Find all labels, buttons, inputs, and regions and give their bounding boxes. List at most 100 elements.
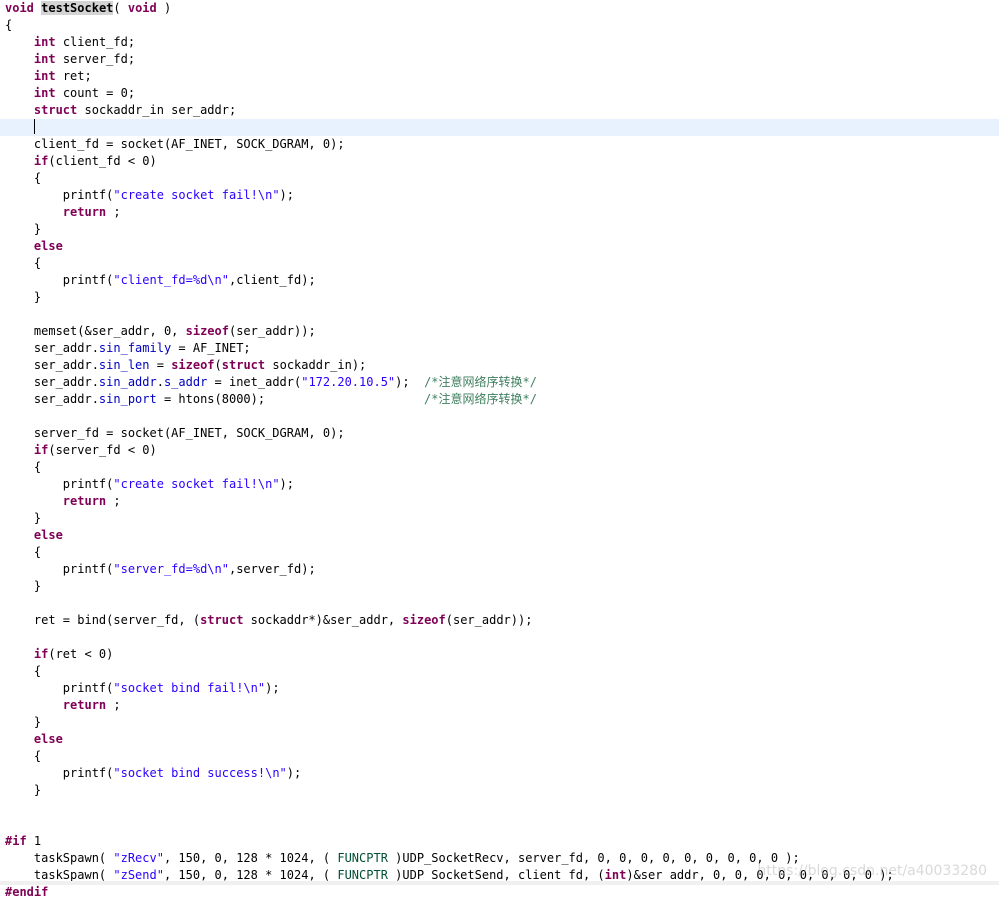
code-line[interactable]: } (0, 714, 999, 731)
code-line[interactable]: } (0, 289, 999, 306)
code-text: (ret < 0) (48, 647, 114, 661)
code-line[interactable]: if(client_fd < 0) (0, 153, 999, 170)
string-token: "zSend" (113, 868, 164, 882)
code-text: server_fd; (55, 52, 136, 66)
keyword-token: else (33, 239, 63, 253)
code-line[interactable]: { (0, 544, 999, 561)
code-line[interactable]: printf("client_fd=%d\n",client_fd); (0, 272, 999, 289)
code-text: ); (279, 477, 294, 491)
code-text: , 150, 0, 128 * 1024, ( (163, 868, 338, 882)
code-line[interactable]: { (0, 170, 999, 187)
code-line[interactable]: else (0, 238, 999, 255)
preprocessor-token: #if (5, 834, 27, 848)
code-text: ser_addr. (5, 392, 99, 406)
code-text: ( (113, 1, 128, 15)
code-line[interactable]: if(server_fd < 0) (0, 442, 999, 459)
string-token: "socket bind fail!\n" (113, 681, 266, 695)
code-line[interactable] (0, 408, 999, 425)
code-line[interactable]: { (0, 748, 999, 765)
code-line[interactable] (0, 629, 999, 646)
code-line[interactable]: } (0, 782, 999, 799)
code-text: taskSpawn( (5, 851, 114, 865)
code-text: printf( (5, 477, 114, 491)
code-text: = (149, 358, 172, 372)
code-line[interactable] (0, 595, 999, 612)
code-text: { (5, 545, 42, 559)
code-text: taskSpawn( (5, 868, 114, 882)
code-line[interactable]: void testSocket( void ) (0, 0, 999, 17)
code-line[interactable]: { (0, 255, 999, 272)
code-line[interactable]: printf("create socket fail!\n"); (0, 476, 999, 493)
code-line[interactable]: int count = 0; (0, 85, 999, 102)
code-line[interactable]: memset(&ser_addr, 0, sizeof(ser_addr)); (0, 323, 999, 340)
code-text: { (5, 18, 13, 32)
code-line[interactable]: int ret; (0, 68, 999, 85)
keyword-token: sizeof (402, 613, 446, 627)
keyword-token: sizeof (171, 358, 215, 372)
code-line[interactable]: printf("server_fd=%d\n",server_fd); (0, 561, 999, 578)
code-text: client_fd = socket(AF_INET, SOCK_DGRAM, … (5, 137, 345, 151)
code-line[interactable]: printf("socket bind success!\n"); (0, 765, 999, 782)
code-text: { (5, 256, 42, 270)
keyword-token: struct (221, 358, 266, 372)
code-text: { (5, 664, 42, 678)
code-line[interactable]: { (0, 17, 999, 34)
field-token: sin_family (98, 341, 172, 355)
code-line[interactable]: #endif (0, 884, 999, 901)
code-text: ; (106, 494, 121, 508)
code-line[interactable]: } (0, 510, 999, 527)
code-line[interactable]: printf("create socket fail!\n"); (0, 187, 999, 204)
code-text: )UDP_SocketRecv, server_fd, 0, 0, 0, 0, … (387, 851, 800, 865)
code-line[interactable]: ser_addr.sin_len = sizeof(struct sockadd… (0, 357, 999, 374)
code-line[interactable] (0, 306, 999, 323)
code-text: sockaddr_in ser_addr; (77, 103, 237, 117)
code-line[interactable]: ret = bind(server_fd, (struct sockaddr*)… (0, 612, 999, 629)
code-text: client_fd; (55, 35, 136, 49)
code-text: ( (214, 358, 222, 372)
current-code-line[interactable] (0, 119, 999, 136)
code-text: sockaddr*)&ser_addr, (243, 613, 403, 627)
code-line[interactable]: if(ret < 0) (0, 646, 999, 663)
code-line[interactable]: return ; (0, 697, 999, 714)
string-token: "172.20.10.5" (301, 375, 396, 389)
code-line[interactable]: { (0, 663, 999, 680)
code-line[interactable]: server_fd = socket(AF_INET, SOCK_DGRAM, … (0, 425, 999, 442)
code-line[interactable]: struct sockaddr_in ser_addr; (0, 102, 999, 119)
keyword-token: int (33, 35, 56, 49)
code-text: . (156, 375, 164, 389)
code-line[interactable]: else (0, 527, 999, 544)
code-line[interactable]: int client_fd; (0, 34, 999, 51)
code-text: sockaddr_in); (265, 358, 367, 372)
code-line[interactable]: int server_fd; (0, 51, 999, 68)
watermark-text: https://blog.csdn.net/a40033280 (757, 863, 987, 879)
code-editor[interactable]: void testSocket( void ){ int client_fd; … (0, 0, 999, 899)
code-line[interactable]: else (0, 731, 999, 748)
comment-token: /*注意网络序转换*/ (424, 375, 537, 389)
code-line[interactable]: } (0, 578, 999, 595)
code-line[interactable]: #if 1 (0, 833, 999, 850)
keyword-token: int (33, 69, 56, 83)
horizontal-scrollbar[interactable] (0, 881, 999, 885)
code-line[interactable]: return ; (0, 493, 999, 510)
code-line[interactable] (0, 816, 999, 833)
code-text: printf( (5, 273, 114, 287)
code-line[interactable]: ser_addr.sin_port = htons(8000); /*注意网络序… (0, 391, 999, 408)
code-text: printf( (5, 562, 114, 576)
code-line[interactable]: return ; (0, 204, 999, 221)
code-line[interactable]: client_fd = socket(AF_INET, SOCK_DGRAM, … (0, 136, 999, 153)
keyword-token: return (62, 494, 107, 508)
code-line[interactable]: ser_addr.sin_addr.s_addr = inet_addr("17… (0, 374, 999, 391)
code-line[interactable] (0, 799, 999, 816)
code-text: ); (265, 681, 280, 695)
string-token: "server_fd=%d\n" (113, 562, 229, 576)
code-line[interactable]: { (0, 459, 999, 476)
code-line[interactable]: } (0, 221, 999, 238)
code-line[interactable]: printf("socket bind fail!\n"); (0, 680, 999, 697)
code-line[interactable]: ser_addr.sin_family = AF_INET; (0, 340, 999, 357)
code-text: ) (156, 1, 172, 15)
code-text: ); (395, 375, 425, 389)
